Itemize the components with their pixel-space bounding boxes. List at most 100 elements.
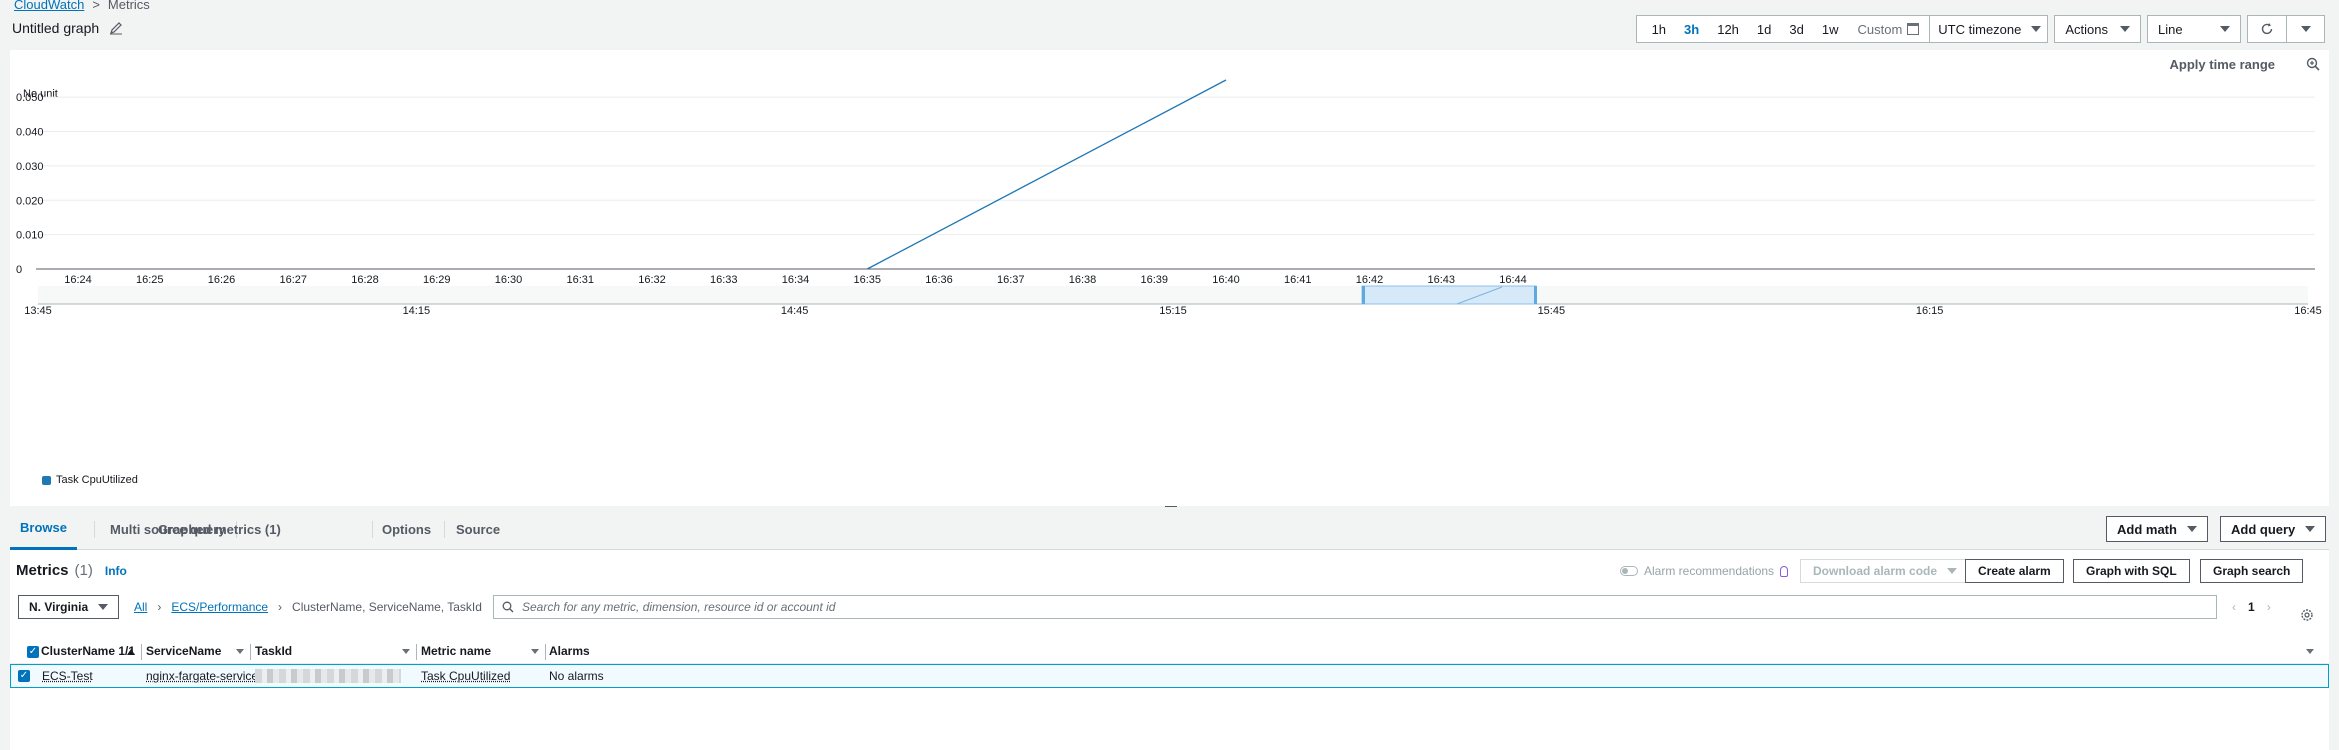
x-tick-label: 16:31 [566,274,594,286]
graph-panel: Apply time range No unit 0 0.010 0.020 0.03… [10,50,2329,506]
column-servicename[interactable]: ServiceName [146,644,221,658]
path-all-link[interactable]: All [134,600,147,614]
create-alarm-label: Create alarm [1978,564,2051,578]
alarm-recommendations-toggle[interactable]: Alarm recommendations [1620,564,1789,578]
graph-search-button[interactable]: Graph search [2200,559,2304,583]
legend-swatch [42,475,51,485]
cell-alarms: No alarms [549,669,604,683]
range-1w[interactable]: 1w [1813,22,1848,37]
path-namespace-link[interactable]: ECS/Performance [171,600,268,614]
x-tick-label: 16:37 [997,274,1025,286]
download-alarm-code-button[interactable]: Download alarm code [1800,559,1971,583]
x-tick-label: 16:29 [423,274,451,286]
cell-clustername[interactable]: ECS-Test [42,669,93,683]
x-tick-label: 16:34 [782,274,810,286]
path-dimensions: ClusterName, ServiceName, TaskId [292,600,482,614]
overview-tick-label: 16:45 [2294,305,2322,317]
select-all-checkbox[interactable]: ✓ [27,646,39,658]
column-divider [141,644,142,660]
metric-search-box[interactable] [493,595,2217,619]
overview-tick-label: 15:15 [1159,305,1187,317]
caret-down-icon [2186,526,2197,532]
actions-dropdown[interactable]: Actions [2054,15,2141,43]
x-tick-label: 16:30 [495,274,523,286]
chart-type-select[interactable]: Line [2147,15,2241,43]
x-tick-label: 16:41 [1284,274,1312,286]
refresh-options-button[interactable] [2286,16,2324,42]
info-link[interactable]: Info [105,564,127,578]
tab-browse[interactable]: Browse [10,508,77,550]
prev-page-icon[interactable]: ‹ [2232,600,2236,614]
range-custom-button[interactable]: Custom [1847,22,1925,37]
breadcrumb-cloudwatch-link[interactable]: CloudWatch [14,0,84,12]
column-taskid[interactable]: TaskId [255,644,292,658]
row-checkbox[interactable]: ✓ [18,670,30,682]
gear-icon[interactable] [2300,608,2314,622]
x-tick-label: 16:32 [638,274,666,286]
cell-metric-name[interactable]: Task CpuUtilized [421,669,510,683]
chart-type-label: Line [2158,21,2183,37]
timezone-select[interactable]: UTC timezone [1929,16,2042,42]
column-clustername[interactable]: ClusterName 1/1 [41,644,135,658]
region-select[interactable]: N. Virginia [18,595,120,619]
x-tick-label: 16:40 [1212,274,1240,286]
cell-taskid-redacted [255,669,401,683]
refresh-button[interactable] [2248,16,2286,42]
overview-brush[interactable] [1361,285,1537,305]
tab-graphed-metrics[interactable]: Graphed metrics (1) [148,508,291,550]
series-line[interactable] [866,79,1227,270]
column-divider [250,644,251,660]
page-number[interactable]: 1 [2248,600,2255,614]
sort-icon[interactable] [402,649,410,654]
line-chart[interactable]: No unit 00.0100.0200.0300.0400.050 16:24… [10,50,2329,470]
create-alarm-button[interactable]: Create alarm [1965,559,2064,583]
brush-handle[interactable] [1534,286,1537,304]
range-1h[interactable]: 1h [1643,22,1675,37]
x-tick-label: 16:28 [351,274,379,286]
range-3d[interactable]: 3d [1780,22,1812,37]
calendar-icon [1907,23,1920,35]
metric-search-input[interactable] [522,600,2202,614]
toggle-switch[interactable] [1620,566,1638,576]
chart-legend[interactable]: Task CpuUtilized [42,474,138,486]
sort-asc-icon[interactable] [127,649,135,655]
namespace-breadcrumb: All › ECS/Performance › ClusterName, Ser… [134,600,482,614]
breadcrumb-current: Metrics [107,0,150,12]
search-icon [502,601,514,613]
column-metric-name[interactable]: Metric name [421,644,491,658]
y-tick-label: 0.010 [16,230,44,242]
edit-pencil-icon[interactable] [109,21,123,35]
time-range-group: 1h 3h 12h 1d 3d 1w Custom UTC timezone [1635,15,2049,43]
overview-tick-label: 13:45 [24,305,52,317]
tab-options[interactable]: Options [372,508,441,550]
sort-icon[interactable] [236,649,244,654]
x-tick-label: 16:38 [1069,274,1097,286]
x-tick-label: 16:33 [710,274,738,286]
range-3h[interactable]: 3h [1675,22,1708,37]
caret-down-icon [1947,568,1958,574]
graph-with-sql-button[interactable]: Graph with SQL [2073,559,2190,583]
metrics-count: (1) [74,562,93,579]
chevron-right-icon: › [278,600,283,614]
tab-source[interactable]: Source [446,508,510,550]
brush-handle[interactable] [1362,286,1365,304]
y-tick-label: 0.030 [16,161,44,173]
sort-icon[interactable] [531,649,539,654]
add-query-button[interactable]: Add query [2220,516,2327,542]
sort-icon[interactable] [2306,649,2314,654]
x-tick-label: 16:42 [1356,274,1384,286]
range-1d[interactable]: 1d [1748,22,1780,37]
x-tick-label: 16:35 [853,274,881,286]
range-12h[interactable]: 12h [1708,22,1748,37]
add-math-button[interactable]: Add math [2106,516,2208,542]
next-page-icon[interactable]: › [2267,600,2271,614]
overview-tick-label: 15:45 [1538,305,1566,317]
graph-with-sql-label: Graph with SQL [2086,564,2177,578]
breadcrumb-separator: > [92,0,100,12]
overview-track[interactable] [38,286,2308,304]
table-row[interactable]: ✓ ECS-Test nginx-fargate-service Task Cp… [10,664,2329,688]
column-alarms[interactable]: Alarms [549,644,590,658]
overview-tick-label: 14:15 [403,305,431,317]
x-tick-label: 16:26 [208,274,236,286]
cell-servicename[interactable]: nginx-fargate-service [146,669,258,683]
